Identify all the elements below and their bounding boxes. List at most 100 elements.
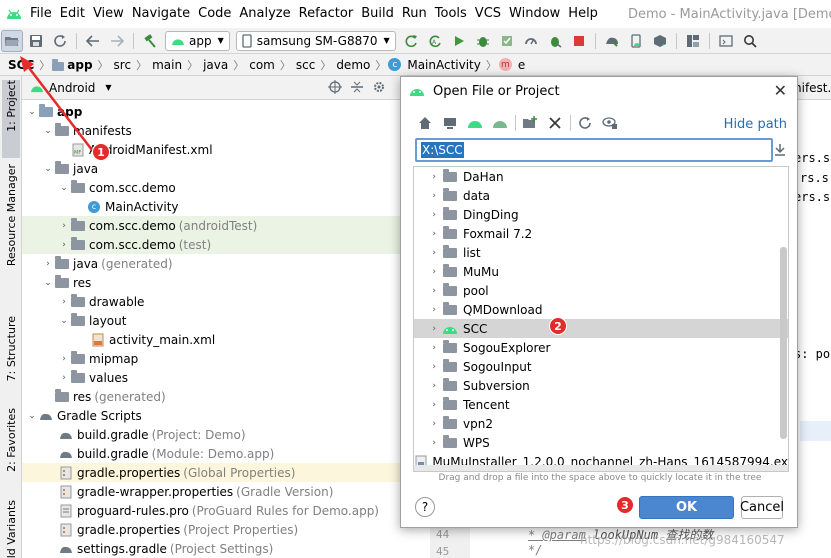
download-icon[interactable] xyxy=(773,143,787,160)
file-tree-item[interactable]: › vpn2 xyxy=(414,414,788,433)
tree-item-res-generated[interactable]: res (generated) xyxy=(22,387,402,406)
breadcrumb-item[interactable]: app xyxy=(64,58,95,72)
sdk-manager-icon[interactable] xyxy=(649,30,671,52)
module-android-icon[interactable] xyxy=(490,113,510,133)
tree-item-package-androidtest[interactable]: › com.scc.demo (androidTest) xyxy=(22,216,402,235)
file-tree-item[interactable]: › DingDing xyxy=(414,205,788,224)
tree-item-build-gradle-project[interactable]: build.gradle (Project: Demo) xyxy=(22,425,402,444)
breadcrumb-item[interactable]: main xyxy=(149,58,185,72)
home-icon[interactable] xyxy=(415,113,435,133)
menu-window[interactable]: Window xyxy=(505,0,564,28)
save-icon[interactable] xyxy=(25,30,47,52)
tree-item-gradle-wrapper[interactable]: gradle-wrapper.properties (Gradle Versio… xyxy=(22,482,402,501)
profiler-gauge-icon[interactable] xyxy=(520,30,542,52)
path-input[interactable]: X:\SCC xyxy=(415,138,773,162)
tree-item-settings-gradle[interactable]: settings.gradle (Project Settings) xyxy=(22,539,402,558)
breadcrumb-item[interactable]: src xyxy=(111,58,135,72)
breadcrumb-item[interactable]: com xyxy=(246,58,278,72)
tree-item-java-generated[interactable]: › java (generated) xyxy=(22,254,402,273)
tree-item-gradle-properties-project[interactable]: gradle.properties (Project Properties) xyxy=(22,520,402,539)
project-android-icon[interactable] xyxy=(465,113,485,133)
menu-refactor[interactable]: Refactor xyxy=(295,0,358,28)
tree-item-package-test[interactable]: › com.scc.demo (test) xyxy=(22,235,402,254)
tree-item-build-gradle-module[interactable]: build.gradle (Module: Demo.app) xyxy=(22,444,402,463)
file-tree-item[interactable]: › SogouExplorer xyxy=(414,338,788,357)
file-tree[interactable]: › DaHan › data › DingDing › Foxmail 7.2 … xyxy=(413,166,789,472)
locate-target-icon[interactable] xyxy=(328,80,342,97)
menu-edit[interactable]: Edit xyxy=(56,0,89,28)
stop-icon[interactable] xyxy=(568,30,590,52)
tree-item-package[interactable]: ⌄ com.scc.demo xyxy=(22,178,402,197)
tree-item-proguard[interactable]: proguard-rules.pro (ProGuard Rules for D… xyxy=(22,501,402,520)
project-structure-icon[interactable] xyxy=(682,30,704,52)
menu-build[interactable]: Build xyxy=(357,0,398,28)
delete-x-icon[interactable] xyxy=(545,113,565,133)
apply-code-changes-icon[interactable]: A xyxy=(424,30,446,52)
tree-item-res[interactable]: ⌄ res xyxy=(22,273,402,292)
hide-path-link[interactable]: Hide path xyxy=(724,117,787,132)
coverage-icon[interactable] xyxy=(496,30,518,52)
desktop-icon[interactable] xyxy=(440,113,460,133)
tree-item-gradle-properties-global[interactable]: gradle.properties (Global Properties) xyxy=(22,463,402,482)
breadcrumb-item[interactable]: scc xyxy=(293,58,318,72)
file-tree-item[interactable]: › DaHan xyxy=(414,167,788,186)
tree-item-drawable[interactable]: › drawable xyxy=(22,292,402,311)
file-tree-item[interactable]: › Tencent xyxy=(414,395,788,414)
forward-arrow-icon[interactable] xyxy=(106,30,128,52)
tree-item-values[interactable]: › values xyxy=(22,368,402,387)
breadcrumb-item[interactable]: SCC xyxy=(0,58,37,72)
sync-gradle-icon[interactable] xyxy=(601,30,623,52)
tree-item-mainactivity[interactable]: c MainActivity xyxy=(22,197,402,216)
cancel-button[interactable]: Cancel xyxy=(740,496,784,519)
settings-gear-icon[interactable] xyxy=(372,80,386,97)
tree-item-manifests[interactable]: ⌄ manifests xyxy=(22,121,402,140)
attach-debugger-icon[interactable] xyxy=(544,30,566,52)
file-tree-item-selected[interactable]: › SCC xyxy=(414,319,788,338)
tab-project[interactable]: 1: Project xyxy=(2,80,20,158)
sync-icon[interactable] xyxy=(49,30,71,52)
file-tree-item[interactable]: › QMDownload xyxy=(414,300,788,319)
menu-navigate[interactable]: Navigate xyxy=(128,0,194,28)
editor-tab[interactable]: nifest.x xyxy=(794,81,831,95)
tree-item-mipmap[interactable]: › mipmap xyxy=(22,349,402,368)
run-config-select[interactable]: app ▼ xyxy=(165,30,230,51)
menu-file[interactable]: File xyxy=(26,0,56,28)
tree-item-app[interactable]: ⌄ app xyxy=(22,102,402,121)
show-hidden-icon[interactable] xyxy=(600,113,620,133)
menu-analyze[interactable]: Analyze xyxy=(235,0,294,28)
tab-build-variants[interactable]: Build Variants xyxy=(2,500,20,558)
tree-item-androidmanifest[interactable]: MF AndroidManifest.xml xyxy=(22,140,402,159)
ok-button[interactable]: OK xyxy=(639,496,734,519)
project-view-select[interactable]: Android ▼ xyxy=(30,81,112,95)
file-tree-item[interactable]: › WPS xyxy=(414,433,788,452)
menu-vcs[interactable]: VCS xyxy=(471,0,505,28)
apply-changes-icon[interactable] xyxy=(400,30,422,52)
tree-item-java[interactable]: ⌄ java xyxy=(22,159,402,178)
file-tree-item[interactable]: › Subversion xyxy=(414,376,788,395)
breadcrumb-item[interactable]: java xyxy=(200,58,231,72)
tree-item-layout[interactable]: ⌄ layout xyxy=(22,311,402,330)
collapse-all-icon[interactable] xyxy=(350,80,364,97)
breadcrumb-item[interactable]: MainActivity xyxy=(404,58,484,72)
close-icon[interactable]: ✕ xyxy=(774,81,787,100)
breadcrumb-item[interactable]: demo xyxy=(333,58,373,72)
menu-code[interactable]: Code xyxy=(194,0,235,28)
menu-help[interactable]: Help xyxy=(564,0,602,28)
refresh-icon[interactable] xyxy=(575,113,595,133)
open-folder-icon[interactable] xyxy=(1,29,23,52)
run-icon[interactable] xyxy=(448,30,470,52)
back-arrow-icon[interactable] xyxy=(82,30,104,52)
debug-bug-icon[interactable] xyxy=(472,30,494,52)
file-tree-item[interactable]: › list xyxy=(414,243,788,262)
menu-tools[interactable]: Tools xyxy=(431,0,471,28)
file-tree-item[interactable]: › SogouInput xyxy=(414,357,788,376)
new-folder-icon[interactable] xyxy=(520,113,540,133)
search-icon[interactable] xyxy=(739,30,761,52)
file-tree-item[interactable]: › data xyxy=(414,186,788,205)
horizontal-scrollbar[interactable] xyxy=(414,465,788,471)
vertical-scrollbar[interactable] xyxy=(780,247,787,439)
tab-favorites[interactable]: 2: Favorites xyxy=(2,408,20,488)
terminal-window-icon[interactable] xyxy=(715,30,737,52)
avd-manager-icon[interactable] xyxy=(625,30,647,52)
build-hammer-icon[interactable] xyxy=(139,30,161,52)
